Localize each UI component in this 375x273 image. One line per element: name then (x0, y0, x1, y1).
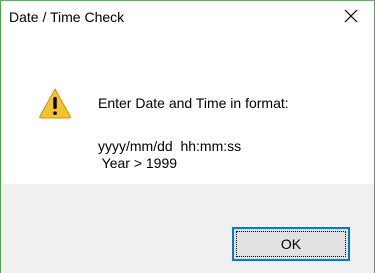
message-area: Enter Date and Time in format: yyyy/mm/d… (1, 31, 374, 184)
close-button[interactable] (328, 1, 374, 31)
dialog-window: Date / Time Check Enter Date and Time in… (0, 0, 375, 273)
ok-button-label: OK (280, 236, 302, 252)
button-bar: OK (1, 184, 374, 273)
close-icon (344, 9, 358, 23)
dialog-title: Date / Time Check (9, 9, 125, 25)
ok-button[interactable]: OK (232, 227, 350, 261)
warning-icon (39, 87, 71, 119)
message-line-format-prompt: Enter Date and Time in format: (98, 95, 289, 111)
message-line-format: yyyy/mm/dd hh:mm:ss (98, 138, 242, 154)
title-bar[interactable]: Date / Time Check (1, 1, 374, 31)
message-line-year-rule: Year > 1999 (98, 155, 178, 171)
